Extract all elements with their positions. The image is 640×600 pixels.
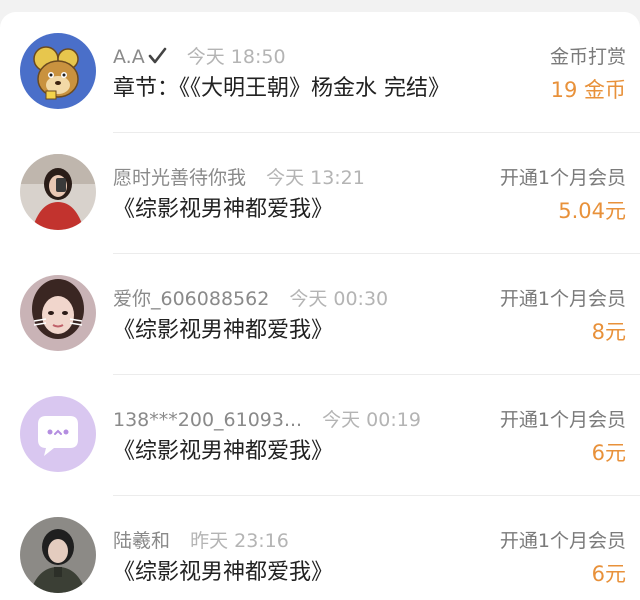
avatar[interactable] [20,275,96,351]
cartoon-mouse-icon [20,33,96,109]
row-meta: 愿时光善待你我 今天 13:21 [113,165,365,191]
avatar[interactable] [20,154,96,230]
avatar[interactable] [20,396,96,472]
avatar[interactable] [20,33,96,109]
list-item[interactable]: 138***200_61093... 今天 00:19 《综影视男神都爱我》 开… [0,375,640,496]
record-amount: 8元 [591,320,626,344]
record-content[interactable]: 章节：《《大明王朝》杨金水 完结》 [113,74,450,104]
username[interactable]: 愿时光善待你我 [113,167,246,189]
person-photo-icon [20,275,96,351]
row-meta: 陆羲和 昨天 23:16 [113,528,289,554]
row-meta: A.A 今天 18:50 [113,44,286,70]
record-content[interactable]: 《综影视男神都爱我》 [113,316,333,346]
username[interactable]: 138***200_61093... [113,409,302,431]
record-action: 开通1个月会员 [499,167,626,189]
record-amount: 6元 [591,562,626,586]
list-item[interactable]: 愿时光善待你我 今天 13:21 《综影视男神都爱我》 开通1个月会员 5.04… [0,133,640,254]
list-item[interactable]: 陆羲和 昨天 23:16 《综影视男神都爱我》 开通1个月会员 6元 [0,496,640,600]
avatar[interactable] [20,517,96,593]
page: A.A 今天 18:50 章节：《《大明王朝》杨金水 完结》 金币打赏 19 金… [0,0,640,600]
record-amount: 19 金币 [550,78,626,102]
record-action: 开通1个月会员 [499,288,626,310]
record-amount: 6元 [591,441,626,465]
timestamp: 今天 00:30 [289,288,389,310]
timestamp: 今天 13:21 [266,167,365,189]
row-meta: 爱你_606088562 今天 00:30 [113,286,388,312]
list-item[interactable]: 爱你_606088562 今天 00:30 《综影视男神都爱我》 开通1个月会员… [0,254,640,375]
record-amount: 5.04元 [558,199,626,223]
timestamp: 昨天 23:16 [190,530,289,552]
row-meta: 138***200_61093... 今天 00:19 [113,407,421,433]
record-content[interactable]: 《综影视男神都爱我》 [113,437,333,467]
record-action: 开通1个月会员 [499,409,626,431]
username[interactable]: 陆羲和 [113,530,170,552]
chat-bubble-icon [20,396,96,472]
record-action: 开通1个月会员 [499,530,626,552]
person-photo-icon [20,154,96,230]
username[interactable]: A.A [113,46,145,68]
timestamp: 今天 18:50 [186,46,286,68]
username[interactable]: 爱你_606088562 [113,288,269,310]
record-content[interactable]: 《综影视男神都爱我》 [113,558,333,588]
check-icon [147,46,167,73]
record-action: 金币打赏 [549,46,626,68]
timestamp: 今天 00:19 [322,409,421,431]
gift-record-list: A.A 今天 18:50 章节：《《大明王朝》杨金水 完结》 金币打赏 19 金… [0,12,640,600]
list-item[interactable]: A.A 今天 18:50 章节：《《大明王朝》杨金水 完结》 金币打赏 19 金… [0,12,640,133]
record-content[interactable]: 《综影视男神都爱我》 [113,195,333,225]
person-photo-icon [20,517,96,593]
